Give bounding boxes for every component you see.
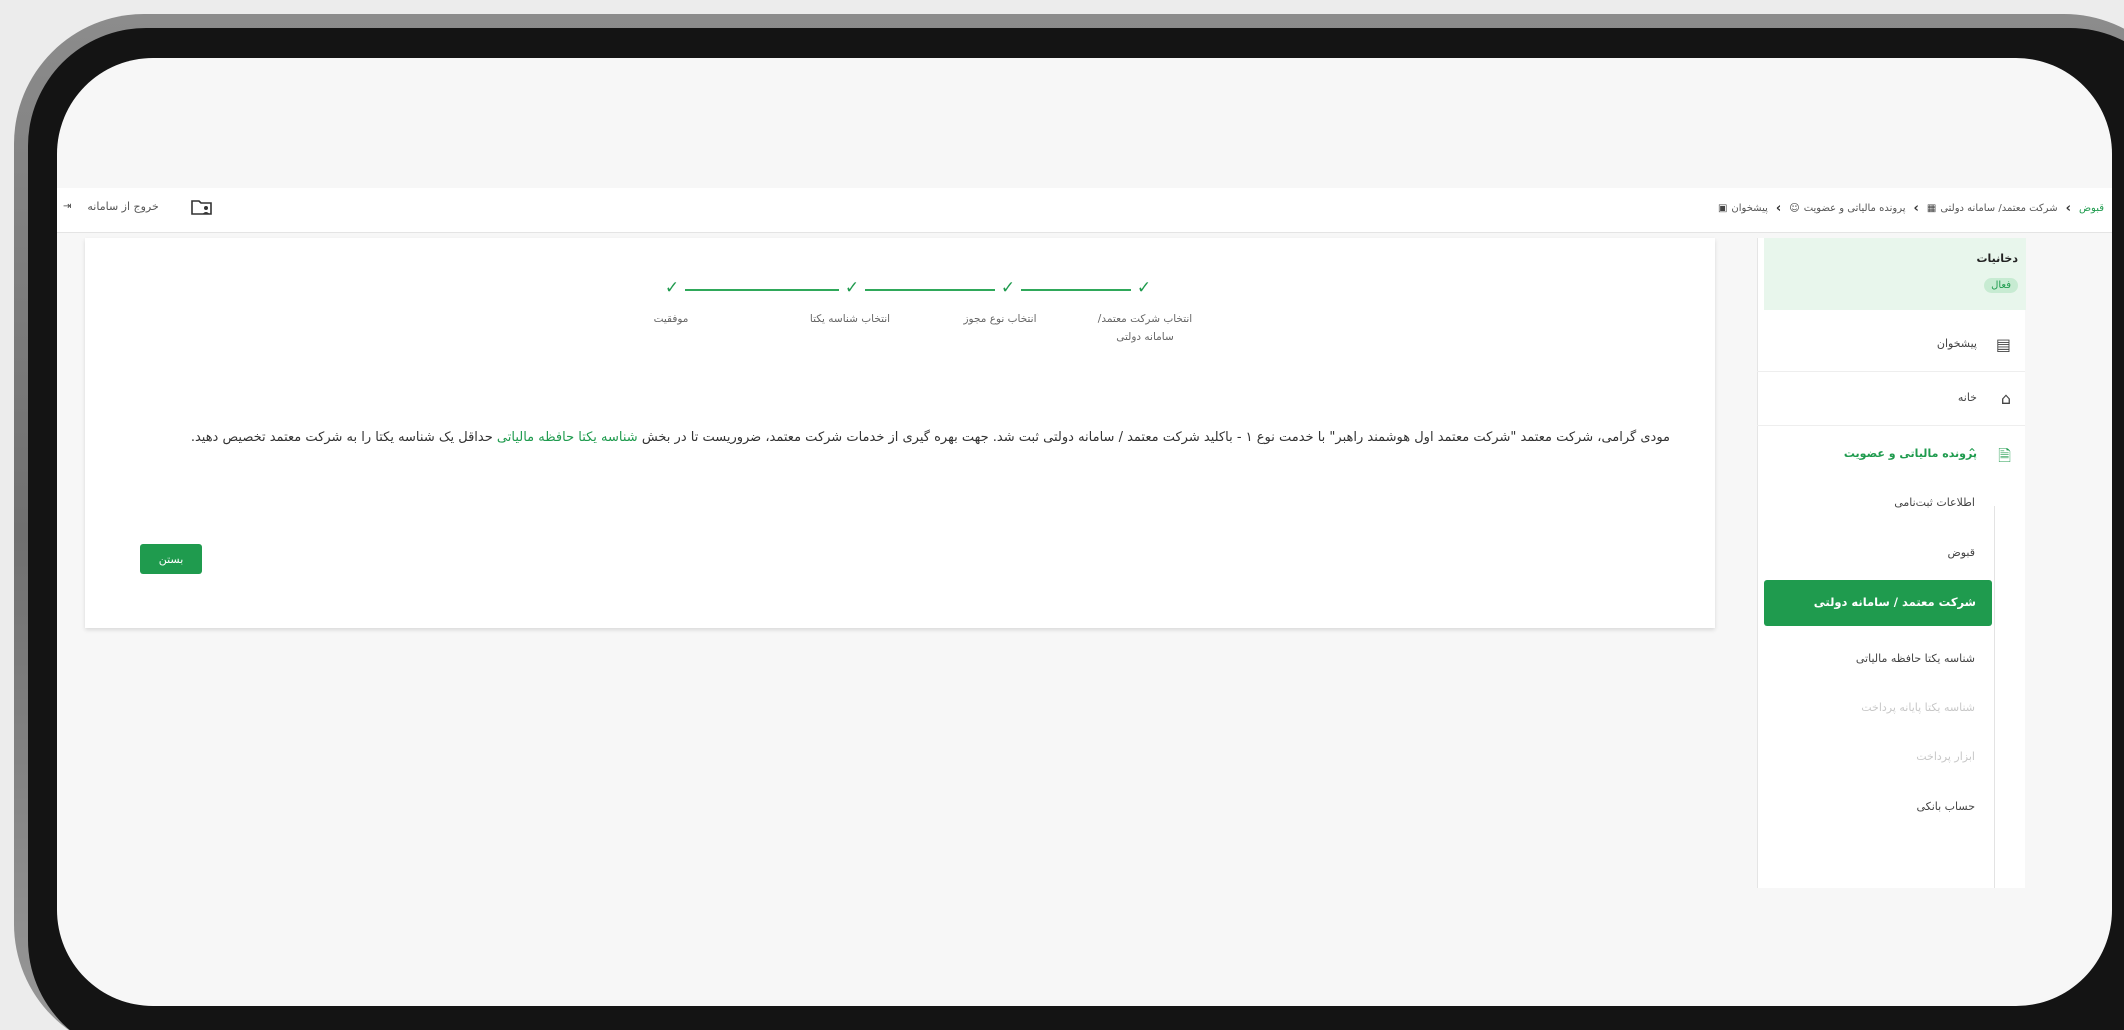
submenu-bank-account[interactable]: حساب بانکی — [1916, 800, 1975, 813]
breadcrumb-label: قبوض — [2078, 203, 2104, 214]
breadcrumb-label: پرونده مالیاتی و عضویت — [1803, 203, 1906, 214]
sidebar: دخانیات فعال ▤ پیشخوان ⌂ خانه 🗎 پرونده م… — [1757, 238, 2026, 888]
step-label-success: موفقیت — [653, 313, 689, 325]
submenu-divider — [1994, 506, 1995, 888]
submenu-payment-terminal-id: شناسه یکتا پایانه پرداخت — [1861, 701, 1975, 714]
submenu-bills[interactable]: قبوض — [1947, 546, 1975, 559]
app-screen: ▣ پیشخوان › ☺ پرونده مالیاتی و عضویت › ▦… — [57, 58, 2112, 1006]
breadcrumb-item-tax-file[interactable]: ☺ پرونده مالیاتی و عضویت — [1789, 203, 1905, 214]
sidebar-item-label: پرونده مالیاتی و عضویت — [1843, 447, 1977, 460]
breadcrumb-label: شرکت معتمد/ سامانه دولتی — [1940, 203, 2058, 214]
step-label-license-type: انتخاب نوع مجوز — [963, 313, 1037, 325]
step-check-icon: ✓ — [664, 278, 680, 298]
submenu-payment-tools: ابزار پرداخت — [1916, 750, 1975, 763]
submenu-fiscal-memory-id[interactable]: شناسه یکتا حافظه مالیاتی — [1856, 652, 1975, 665]
sidebar-item-label: خانه — [1957, 391, 1977, 404]
sidebar-item-home[interactable]: ⌂ خانه — [1757, 372, 2025, 426]
breadcrumb-separator-icon: › — [1913, 201, 1919, 216]
folder-user-icon[interactable] — [191, 198, 213, 216]
sidebar-item-label: پیشخوان — [1936, 337, 1977, 350]
message-text: حداقل یک شناسه یکتا را به شرکت معتمد تخص… — [190, 430, 493, 445]
home-icon: ⌂ — [2000, 389, 2011, 408]
step-check-icon: ✓ — [844, 278, 860, 298]
unique-id-link[interactable]: شناسه یکتا حافظه مالیاتی — [497, 430, 638, 445]
document-icon: 🗎 — [1998, 446, 2011, 465]
stepper: ✓ ✓ ✓ ✓ انتخاب شرکت معتمد/سامانه دولتی ا… — [645, 278, 1193, 343]
logout-label: خروج از سامانه — [87, 200, 159, 213]
breadcrumb: ▣ پیشخوان › ☺ پرونده مالیاتی و عضویت › ▦… — [1718, 201, 2104, 216]
submenu-registration-info[interactable]: اطلاعات ثبت‌نامی — [1894, 496, 1975, 509]
sidebar-item-tax-file[interactable]: 🗎 پرونده مالیاتی و عضویت ⌃ — [1757, 428, 2025, 482]
breadcrumb-separator-icon: › — [2065, 201, 2071, 216]
breadcrumb-item-trusted-company[interactable]: ▦ شرکت معتمد/ سامانه دولتی — [1927, 203, 2058, 214]
step-check-icon: ✓ — [1136, 278, 1152, 298]
close-button[interactable]: بستن — [140, 544, 202, 574]
step-label-trusted-company: انتخاب شرکت معتمد/سامانه دولتی — [1097, 313, 1193, 343]
taxpayer-title: دخانیات — [1976, 252, 2018, 265]
dashboard-icon: ▣ — [1717, 203, 1728, 214]
success-message: مودی گرامی، شرکت معتمد "شرکت معتمد اول ه… — [140, 424, 1670, 451]
step-connector — [1021, 289, 1131, 291]
step-connector — [685, 289, 839, 291]
logout-icon: ⇥ — [63, 201, 72, 212]
step-connector — [865, 289, 995, 291]
dashboard-icon: ▤ — [1995, 335, 2011, 354]
breadcrumb-label: پیشخوان — [1731, 203, 1768, 214]
sidebar-item-dashboard[interactable]: ▤ پیشخوان — [1757, 318, 2025, 372]
status-badge: فعال — [1984, 278, 2018, 293]
breadcrumb-separator-icon: › — [1775, 201, 1782, 216]
result-card: ✓ ✓ ✓ ✓ انتخاب شرکت معتمد/سامانه دولتی ا… — [85, 238, 1715, 628]
top-bar: ▣ پیشخوان › ☺ پرونده مالیاتی و عضویت › ▦… — [57, 188, 2112, 233]
step-label-unique-id: انتخاب شناسه یکتا — [809, 313, 891, 325]
submenu-label: شرکت معتمد / سامانه دولتی — [1813, 595, 1976, 609]
users-icon: ☺ — [1789, 203, 1800, 214]
submenu-trusted-company[interactable]: شرکت معتمد / سامانه دولتی — [1764, 580, 1992, 626]
breadcrumb-item-dashboard[interactable]: ▣ پیشخوان — [1718, 203, 1768, 214]
taxpayer-header: دخانیات فعال — [1764, 238, 2026, 310]
message-text: مودی گرامی، شرکت معتمد "شرکت معتمد اول ه… — [641, 430, 1670, 445]
step-check-icon: ✓ — [1000, 278, 1016, 298]
breadcrumb-item-bills: قبوض — [2079, 203, 2104, 214]
building-icon: ▦ — [1926, 203, 1937, 214]
chevron-up-icon[interactable]: ⌃ — [1967, 446, 1977, 460]
logout-button[interactable]: ⇥ خروج از سامانه — [63, 200, 159, 213]
